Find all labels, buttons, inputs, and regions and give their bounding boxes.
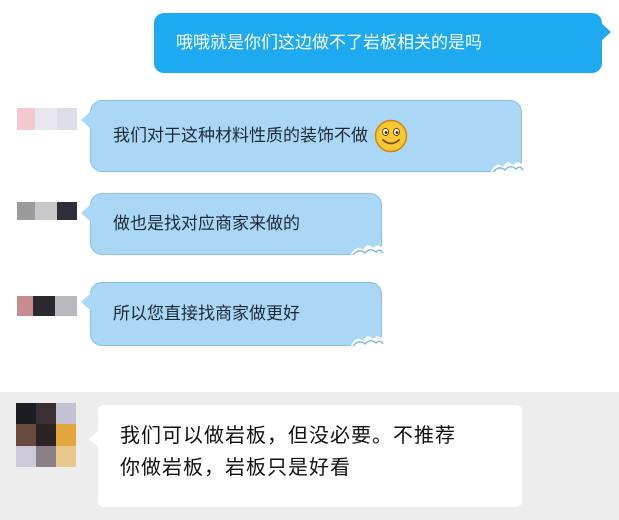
bubble-wave-decoration-icon [351,245,384,260]
bubble-wave-decoration-icon [491,162,524,177]
incoming-message-bubble[interactable]: 我们对于这种材料性质的装饰不做 [81,100,524,177]
avatar[interactable] [17,296,77,316]
incoming-message-bubble[interactable]: 所以您直接找商家做更好 [81,282,384,351]
bubble-wave-decoration-icon [351,336,384,351]
avatar[interactable] [16,403,76,467]
message-text: 哦哦就是你们这边做不了岩板相关的是吗 [176,33,482,53]
outgoing-message-bubble[interactable]: 哦哦就是你们这边做不了岩板相关的是吗 [154,13,611,73]
bubble-tail [601,23,611,41]
incoming-message-bubble[interactable]: 做也是找对应商家来做的 [81,193,384,260]
smiley-emoji-icon [374,119,408,153]
message-text-line: 你做岩板，岩板只是好看 [120,455,351,479]
bubble-tail [81,293,91,311]
bubble-tail [81,111,91,129]
avatar[interactable] [17,202,77,220]
bubble-tail [81,204,91,222]
bubble-tail [89,431,98,447]
message-text: 我们对于这种材料性质的装饰不做 [113,126,368,146]
message-text: 做也是找对应商家来做的 [113,214,300,234]
incoming-message-bubble[interactable]: 我们可以做岩板，但没必要。不推荐 你做岩板，岩板只是好看 [89,405,522,507]
avatar[interactable] [17,108,77,130]
message-text-line: 我们可以做岩板，但没必要。不推荐 [120,423,456,447]
message-text: 所以您直接找商家做更好 [113,304,300,324]
